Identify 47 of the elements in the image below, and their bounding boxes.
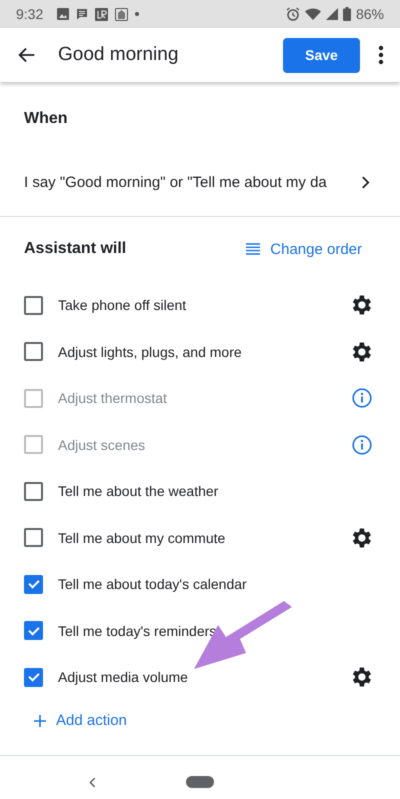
status-time: 9:32 (16, 6, 44, 22)
save-button[interactable]: Save (283, 38, 360, 72)
settings-icon[interactable] (352, 342, 372, 362)
battery-icon (342, 7, 351, 21)
add-action-button[interactable]: Add action (34, 700, 127, 740)
chevron-right-icon (361, 176, 370, 188)
battery-percent: 86% (356, 6, 384, 22)
checkbox[interactable] (24, 668, 43, 687)
dot-icon (135, 12, 140, 16)
info-icon[interactable] (352, 434, 372, 455)
screen-title: Good morning (58, 44, 180, 66)
alarm-icon (286, 7, 300, 21)
checkbox[interactable] (24, 342, 43, 362)
section-heading: Assistant will (24, 240, 126, 258)
action-label: Tell me about my commute (58, 530, 226, 546)
checkbox[interactable] (24, 621, 43, 640)
action-label: Take phone off silent (58, 297, 188, 314)
checkbox[interactable] (24, 574, 43, 594)
action-label: Adjust scenes (58, 436, 146, 453)
home-pill-icon[interactable] (186, 776, 214, 788)
trigger-row[interactable]: I say "Good morning" or "Tell me about my da (24, 162, 376, 202)
wifi-icon (304, 8, 321, 20)
change-order-button[interactable]: Change order (246, 240, 362, 258)
info-icon[interactable] (352, 388, 372, 408)
app-icon (95, 8, 108, 20)
action-label: Adjust lights, plugs, and more (58, 344, 243, 360)
image-icon (57, 8, 70, 20)
action-label: Adjust thermostat (58, 390, 168, 406)
action-label: Tell me about today's calendar (58, 576, 248, 592)
more-icon[interactable] (378, 45, 384, 65)
settings-icon[interactable] (352, 528, 372, 548)
settings-icon[interactable] (352, 295, 372, 316)
plus-icon (34, 714, 46, 726)
checkbox[interactable] (24, 482, 43, 501)
settings-icon[interactable] (352, 667, 372, 688)
signal-icon (326, 8, 338, 20)
checkbox[interactable] (24, 528, 43, 548)
back-icon[interactable] (89, 776, 96, 788)
section-heading: When (24, 110, 69, 128)
action-label: Tell me today's reminders (58, 622, 218, 639)
action-label: Adjust media volume (58, 669, 189, 686)
action-label: Tell me about the weather (58, 483, 220, 500)
checkbox[interactable] (24, 296, 43, 315)
trigger-text: I say "Good morning" or "Tell me about my da (24, 174, 327, 190)
message-icon (76, 8, 88, 20)
app-icon (115, 8, 128, 20)
reorder-icon (246, 243, 260, 255)
